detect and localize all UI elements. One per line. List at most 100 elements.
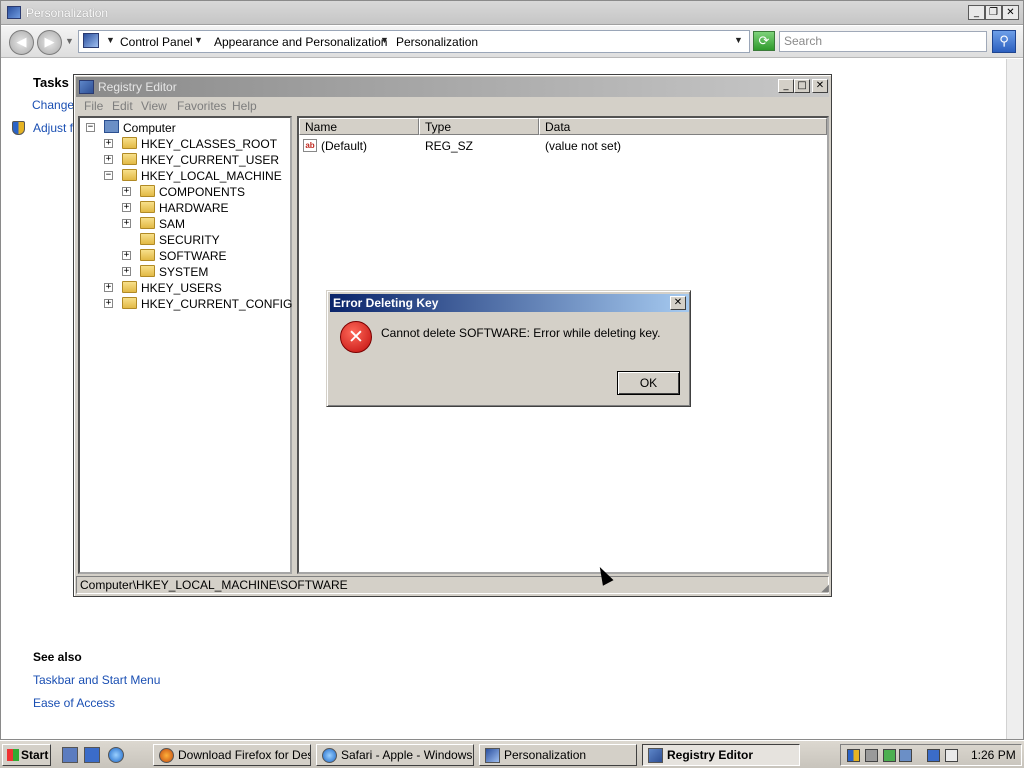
search-icon[interactable]: ⚲ (992, 30, 1016, 53)
recent-pages-chevron-icon[interactable]: ▼ (65, 36, 74, 46)
menu-favorites[interactable]: Favorites (177, 99, 226, 113)
internet-explorer-icon[interactable] (108, 747, 124, 763)
column-header-name[interactable]: Name (299, 118, 419, 135)
error-dialog-title: Error Deleting Key (333, 296, 439, 310)
hardware-icon[interactable] (865, 749, 878, 762)
registry-editor-title: Registry Editor (98, 80, 177, 94)
status-bar: Computer\HKEY_LOCAL_MACHINE\SOFTWARE (76, 576, 829, 594)
task-label: Registry Editor (667, 748, 754, 762)
breadcrumb-arrow-icon[interactable]: ▼ (194, 35, 203, 45)
tree-label: HARDWARE (159, 201, 229, 215)
scrollbar[interactable] (1006, 59, 1023, 739)
tree-label: HKEY_CURRENT_USER (141, 153, 280, 167)
switch-windows-icon[interactable] (84, 747, 100, 763)
folder-icon (140, 201, 155, 213)
tree-label: HKEY_CURRENT_CONFIG (141, 297, 293, 311)
breadcrumb-arrow-icon[interactable]: ▼ (380, 35, 389, 45)
breadcrumb-control-panel[interactable]: Control Panel (120, 35, 193, 49)
registry-editor-titlebar[interactable]: Registry Editor _ □ ✕ (76, 77, 829, 97)
value-data: (value not set) (545, 139, 622, 153)
menu-edit[interactable]: Edit (112, 99, 133, 113)
system-tray: 1:26 PM (840, 744, 1022, 766)
error-dialog-titlebar[interactable]: Error Deleting Key ✕ (330, 294, 689, 312)
tree-label: HKEY_CLASSES_ROOT (141, 137, 278, 151)
close-button[interactable]: ✕ (670, 296, 686, 310)
tree-label: COMPONENTS (159, 185, 246, 199)
expand-icon[interactable]: + (122, 267, 131, 276)
expand-icon[interactable]: + (122, 187, 131, 196)
network-icon[interactable] (883, 749, 896, 762)
back-button[interactable]: ◀ (9, 30, 34, 55)
breadcrumb-personalization[interactable]: Personalization (396, 35, 478, 49)
menu-help[interactable]: Help (232, 99, 257, 113)
collapse-icon[interactable]: − (104, 171, 113, 180)
firefox-icon (159, 748, 174, 763)
value-type: REG_SZ (425, 139, 474, 153)
display-icon[interactable] (899, 749, 912, 762)
forward-button[interactable]: ▶ (37, 30, 62, 55)
minimize-button[interactable]: _ (778, 79, 794, 93)
link-taskbar-start-menu[interactable]: Taskbar and Start Menu (33, 673, 160, 687)
resize-grip-icon[interactable]: ◢ (821, 583, 829, 594)
connection-icon[interactable] (927, 749, 940, 762)
restore-button[interactable]: ❐ (985, 5, 1002, 20)
task-label: Personalization (504, 748, 587, 762)
expand-icon[interactable]: + (122, 219, 131, 228)
expand-icon[interactable]: + (122, 203, 131, 212)
show-desktop-icon[interactable] (62, 747, 78, 763)
link-ease-of-access[interactable]: Ease of Access (33, 696, 115, 710)
tree-label: HKEY_USERS (141, 281, 222, 295)
clock[interactable]: 1:26 PM (971, 748, 1016, 762)
maximize-button[interactable]: □ (794, 79, 810, 93)
shield-icon (12, 121, 25, 135)
start-label: Start (21, 748, 49, 762)
address-dropdown-icon[interactable]: ▼ (734, 35, 743, 45)
key-tree[interactable]: − Computer + HKEY_CLASSES_ROOT + HKEY_CU… (78, 116, 292, 574)
personalization-titlebar[interactable]: Personalization _ ❐ ✕ (1, 1, 1023, 25)
column-header-data[interactable]: Data (539, 118, 827, 135)
computer-icon (104, 120, 119, 133)
tree-label: SECURITY (159, 233, 220, 247)
menu-view[interactable]: View (141, 99, 167, 113)
folder-icon (122, 153, 137, 165)
error-message: Cannot delete SOFTWARE: Error while dele… (381, 326, 661, 340)
tree-label: SYSTEM (159, 265, 209, 279)
close-button[interactable]: ✕ (1002, 5, 1019, 20)
close-button[interactable]: ✕ (812, 79, 828, 93)
task-button-firefox[interactable]: Download Firefox for Des... (153, 744, 311, 766)
volume-muted-icon[interactable] (945, 749, 958, 762)
menu-bar: File Edit View Favorites Help (76, 97, 829, 115)
registry-editor-icon (648, 748, 663, 763)
task-button-personalization[interactable]: Personalization (479, 744, 637, 766)
menu-file[interactable]: File (84, 99, 103, 113)
registry-editor-icon (79, 80, 94, 94)
expand-icon[interactable]: + (104, 299, 113, 308)
expand-icon[interactable]: + (104, 283, 113, 292)
column-header-type[interactable]: Type (419, 118, 539, 135)
expand-icon[interactable]: + (104, 155, 113, 164)
ok-button[interactable]: OK (617, 371, 680, 395)
breadcrumb[interactable]: ▼ Control Panel ▼ Appearance and Persona… (78, 30, 750, 53)
task-link-change[interactable]: Change (32, 98, 74, 112)
refresh-icon[interactable]: ⟳ (753, 31, 775, 51)
breadcrumb-appearance[interactable]: Appearance and Personalization (214, 35, 387, 49)
task-button-safari[interactable]: Safari - Apple - Windows I... (316, 744, 474, 766)
security-shield-icon[interactable] (847, 749, 860, 762)
expand-icon[interactable]: + (122, 251, 131, 260)
start-button[interactable]: Start (2, 744, 51, 766)
task-button-registry-editor[interactable]: Registry Editor (642, 744, 800, 766)
minimize-button[interactable]: _ (968, 5, 985, 20)
control-panel-icon (7, 6, 21, 19)
address-bar: ◀ ▶ ▼ ▼ Control Panel ▼ Appearance and P… (1, 26, 1023, 58)
folder-icon (122, 297, 137, 309)
folder-icon (140, 233, 155, 245)
tasks-heading: Tasks (33, 75, 69, 90)
search-input[interactable]: Search (779, 31, 987, 52)
breadcrumb-arrow-icon[interactable]: ▼ (106, 35, 115, 45)
value-name[interactable]: (Default) (321, 139, 367, 153)
expand-icon[interactable]: + (104, 139, 113, 148)
folder-icon (140, 249, 155, 261)
string-value-icon: ab (303, 139, 317, 152)
collapse-icon[interactable]: − (86, 123, 95, 132)
folder-icon (140, 185, 155, 197)
